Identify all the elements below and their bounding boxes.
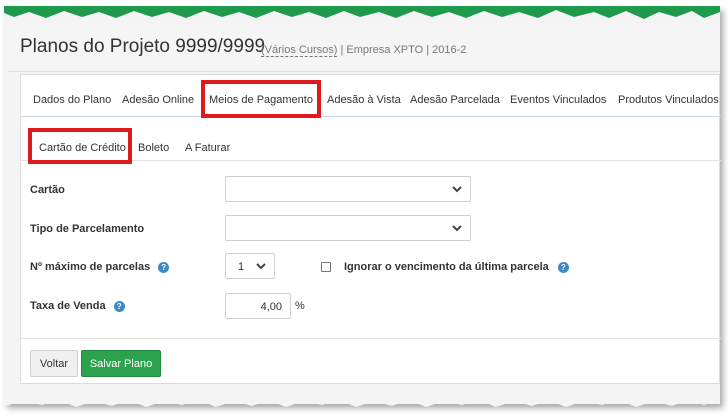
top-decorative-strip	[4, 6, 720, 19]
chevron-down-icon	[452, 225, 462, 232]
tab-produtos-vinculados[interactable]: Produtos Vinculados	[618, 94, 719, 106]
courses-link[interactable]: (Vários Cursos)	[261, 44, 338, 57]
save-plan-button[interactable]: Salvar Plano	[81, 350, 161, 377]
card-label: Cartão	[30, 184, 65, 196]
tab-eventos-vinculados[interactable]: Eventos Vinculados	[510, 94, 606, 106]
page-title: Planos do Projeto 9999/9999	[20, 36, 266, 57]
torn-edge-decoration	[4, 396, 720, 407]
ignore-last-due-label: Ignorar o vencimento da última parcela ?	[344, 261, 569, 273]
page-header: Planos do Projeto 9999/9999 (Vários Curs…	[8, 24, 720, 72]
tab-dados-do-plano[interactable]: Dados do Plano	[33, 94, 111, 106]
tab-adesao-a-vista[interactable]: Adesão à Vista	[327, 94, 401, 106]
max-installments-value: 1	[238, 261, 245, 273]
tab-adesao-parcelada[interactable]: Adesão Parcelada	[410, 94, 500, 106]
ignore-last-due-text: Ignorar o vencimento da última parcela	[344, 261, 549, 273]
sale-fee-input[interactable]: 4,00	[225, 293, 291, 319]
form-footer-divider	[21, 338, 721, 339]
subtab-cartao-de-credito[interactable]: Cartão de Crédito	[39, 142, 126, 154]
installment-type-select[interactable]	[225, 215, 471, 241]
question-circle-icon[interactable]: ?	[113, 300, 125, 312]
question-circle-icon[interactable]: ?	[557, 261, 569, 273]
payment-subtabs: Cartão de Crédito Boleto A Faturar	[21, 117, 721, 164]
max-installments-text: Nº máximo de parcelas	[30, 261, 151, 273]
ignore-last-due-checkbox[interactable]	[321, 262, 331, 272]
max-installments-select[interactable]: 1	[225, 253, 275, 279]
chevron-down-icon	[256, 263, 266, 270]
sale-fee-label: Taxa de Venda ?	[30, 300, 125, 312]
chevron-down-icon	[452, 186, 462, 193]
sale-fee-text: Taxa de Venda	[30, 300, 106, 312]
main-tabs: Dados do Plano Adesão Online Meios de Pa…	[21, 75, 721, 118]
back-button[interactable]: Voltar	[30, 350, 78, 377]
max-installments-label: Nº máximo de parcelas ?	[30, 261, 170, 273]
company-period: | Empresa XPTO | 2016-2	[340, 44, 467, 56]
screenshot-frame: Planos do Projeto 9999/9999 (Vários Curs…	[4, 6, 721, 407]
subtab-a-faturar[interactable]: A Faturar	[185, 142, 230, 154]
subtab-boleto[interactable]: Boleto	[138, 142, 169, 154]
question-circle-icon[interactable]: ?	[158, 261, 170, 273]
tab-adesao-online[interactable]: Adesão Online	[122, 94, 194, 106]
sale-fee-value: 4,00	[260, 301, 282, 313]
plan-panel: Dados do Plano Adesão Online Meios de Pa…	[20, 74, 721, 384]
page-subtitle: (Vários Cursos) | Empresa XPTO | 2016-2	[261, 44, 467, 57]
sale-fee-unit: %	[295, 300, 305, 312]
tab-meios-de-pagamento[interactable]: Meios de Pagamento	[209, 94, 313, 106]
card-select[interactable]	[225, 176, 471, 202]
installment-type-label: Tipo de Parcelamento	[30, 223, 145, 235]
